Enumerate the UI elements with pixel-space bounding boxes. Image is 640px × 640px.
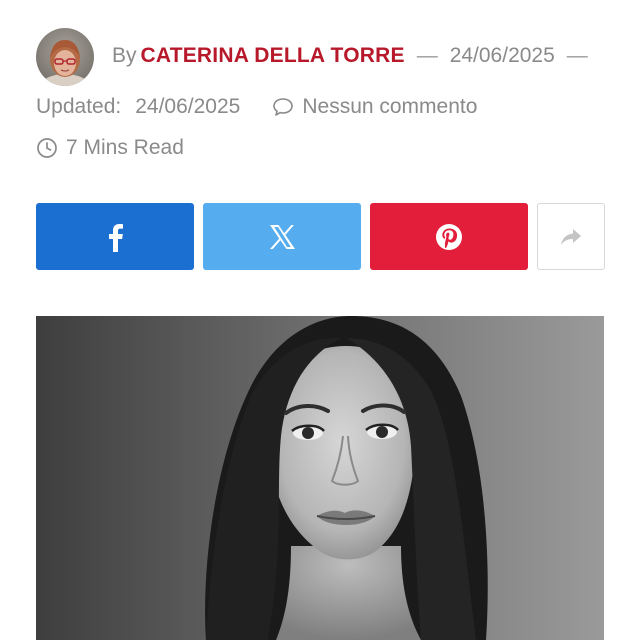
avatar-image bbox=[36, 28, 94, 86]
portrait-photo bbox=[36, 316, 604, 640]
publish-date: 24/06/2025 bbox=[449, 44, 555, 67]
share-more-button[interactable] bbox=[537, 203, 605, 270]
x-icon bbox=[270, 224, 295, 249]
read-time: 7 Mins Read bbox=[66, 136, 184, 159]
read-time-row: 7 Mins Read bbox=[36, 133, 184, 163]
facebook-icon bbox=[109, 223, 123, 252]
updated-row: Updated: 24/06/2025 Nessun commento bbox=[36, 92, 477, 122]
speech-bubble-icon bbox=[273, 98, 294, 116]
share-facebook-button[interactable] bbox=[36, 203, 194, 270]
share-pinterest-button[interactable] bbox=[370, 203, 528, 270]
byline: By CATERINA DELLA TORRE — 24/06/2025 — bbox=[112, 40, 600, 72]
clock-icon bbox=[36, 137, 58, 159]
byline-dash: — bbox=[416, 44, 438, 67]
share-x-button[interactable] bbox=[203, 203, 361, 270]
byline-dash-trailing: — bbox=[566, 44, 588, 67]
byline-prefix: By bbox=[112, 44, 137, 67]
author-avatar[interactable] bbox=[36, 28, 94, 86]
comments-link[interactable]: Nessun commento bbox=[272, 95, 477, 119]
share-arrow-icon bbox=[561, 228, 581, 245]
author-link[interactable]: CATERINA DELLA TORRE bbox=[141, 44, 405, 68]
comments-count: Nessun commento bbox=[302, 95, 478, 118]
updated-date: 24/06/2025 bbox=[135, 95, 241, 118]
featured-image bbox=[36, 316, 604, 640]
updated-label: Updated: bbox=[36, 95, 122, 118]
pinterest-icon bbox=[436, 223, 462, 250]
article-page: By CATERINA DELLA TORRE — 24/06/2025 — U… bbox=[0, 0, 640, 640]
